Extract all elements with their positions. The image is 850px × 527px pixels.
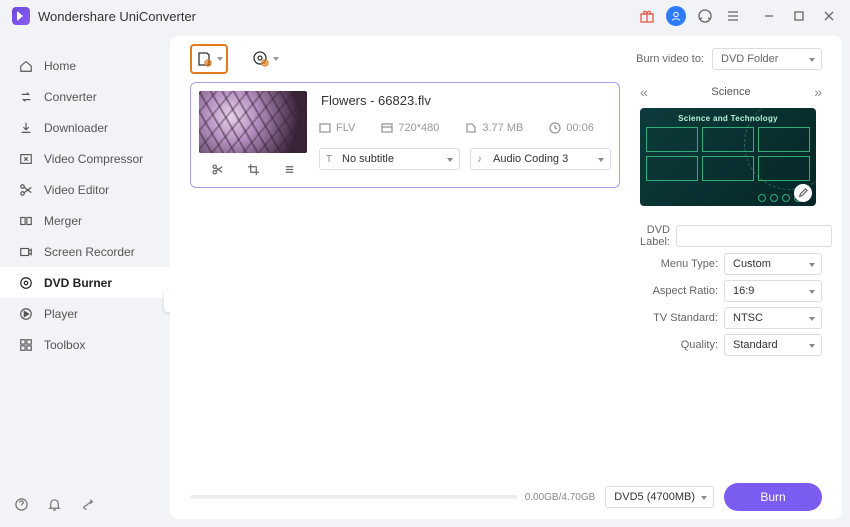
file-name: Flowers - 66823.flv: [319, 93, 611, 108]
burn-to-select[interactable]: DVD Folder: [712, 48, 822, 70]
user-avatar-icon[interactable]: [666, 6, 686, 26]
disc-type-select[interactable]: DVD5 (4700MB): [605, 486, 714, 508]
sidebar-item-merger[interactable]: Merger: [0, 205, 170, 236]
toolbar: Burn video to: DVD Folder: [170, 36, 842, 72]
sidebar-item-label: Player: [44, 307, 78, 321]
help-icon[interactable]: [14, 497, 29, 515]
add-disc-button[interactable]: [246, 44, 284, 74]
quality-label: Quality:: [640, 339, 718, 351]
sidebar-item-dvd-burner[interactable]: DVD Burner: [0, 267, 170, 298]
edit-template-button[interactable]: [794, 184, 812, 202]
close-icon[interactable]: [820, 7, 838, 25]
sidebar-item-screen-recorder[interactable]: Screen Recorder: [0, 236, 170, 267]
footer: 0.00GB/4.70GB DVD5 (4700MB) Burn: [170, 475, 842, 519]
sidebar-item-label: Toolbox: [44, 338, 85, 352]
size-progress-text: 0.00GB/4.70GB: [525, 492, 596, 503]
download-icon: [18, 120, 34, 136]
sidebar-item-compressor[interactable]: Video Compressor: [0, 143, 170, 174]
app-title: Wondershare UniConverter: [38, 9, 196, 24]
bell-icon[interactable]: [47, 497, 62, 515]
sidebar-item-home[interactable]: Home: [0, 50, 170, 81]
menu-type-select[interactable]: Custom: [724, 253, 822, 275]
sidebar: Home Converter Downloader Video Compress…: [0, 32, 170, 527]
merger-icon: [18, 213, 34, 229]
grid-icon: [18, 337, 34, 353]
prev-template-button[interactable]: «: [640, 84, 648, 100]
tv-standard-label: TV Standard:: [640, 312, 718, 324]
sidebar-item-label: Video Compressor: [44, 152, 143, 166]
support-icon[interactable]: [696, 7, 714, 25]
title-actions: [638, 6, 838, 26]
play-icon: [18, 306, 34, 322]
template-preview[interactable]: Science and Technology: [640, 108, 816, 206]
sidebar-item-label: Converter: [44, 90, 97, 104]
quality-select[interactable]: Standard: [724, 334, 822, 356]
minimize-icon[interactable]: [760, 7, 778, 25]
sidebar-item-editor[interactable]: Video Editor: [0, 174, 170, 205]
video-thumbnail: [199, 91, 307, 153]
sidebar-item-label: Merger: [44, 214, 82, 228]
gift-icon[interactable]: [638, 7, 656, 25]
disc-icon: [18, 275, 34, 291]
template-banner: Science and Technology: [646, 114, 810, 123]
burn-to-label: Burn video to:: [636, 53, 704, 65]
compress-icon: [18, 151, 34, 167]
sidebar-item-label: Video Editor: [44, 183, 109, 197]
file-meta: FLV 720*480 3.77 MB 00:06: [319, 122, 611, 134]
sidebar-item-downloader[interactable]: Downloader: [0, 112, 170, 143]
subtitle-select[interactable]: No subtitle: [319, 148, 460, 170]
share-icon[interactable]: [80, 497, 95, 515]
dvd-label-input[interactable]: [676, 225, 832, 247]
burn-button[interactable]: Burn: [724, 483, 822, 511]
record-icon: [18, 244, 34, 260]
sidebar-item-label: Screen Recorder: [44, 245, 135, 259]
scissors-icon: [18, 182, 34, 198]
sidebar-item-label: Downloader: [44, 121, 108, 135]
more-icon[interactable]: [283, 163, 296, 179]
aspect-ratio-label: Aspect Ratio:: [640, 285, 718, 297]
aspect-ratio-select[interactable]: 16:9: [724, 280, 822, 302]
file-card[interactable]: Flowers - 66823.flv FLV 720*480 3.77 MB …: [190, 82, 620, 188]
tv-standard-select[interactable]: NTSC: [724, 307, 822, 329]
trim-icon[interactable]: [211, 163, 224, 179]
home-icon: [18, 58, 34, 74]
sidebar-item-label: Home: [44, 59, 76, 73]
main-panel: Burn video to: DVD Folder: [170, 36, 842, 519]
sidebar-item-label: DVD Burner: [44, 276, 112, 290]
app-icon: [12, 7, 30, 25]
title-bar: Wondershare UniConverter: [0, 0, 850, 32]
menu-type-label: Menu Type:: [640, 258, 718, 270]
add-file-button[interactable]: [190, 44, 228, 74]
sidebar-item-toolbox[interactable]: Toolbox: [0, 329, 170, 360]
maximize-icon[interactable]: [790, 7, 808, 25]
bottom-icons: [14, 497, 95, 515]
crop-icon[interactable]: [247, 163, 260, 179]
dvd-settings: « Science » Science and Technology DVD L…: [640, 82, 822, 475]
audio-select[interactable]: Audio Coding 3: [470, 148, 611, 170]
menu-icon[interactable]: [724, 7, 742, 25]
converter-icon: [18, 89, 34, 105]
sidebar-item-player[interactable]: Player: [0, 298, 170, 329]
next-template-button[interactable]: »: [814, 84, 822, 100]
size-progress-bar: [190, 495, 517, 499]
dvd-label-label: DVD Label:: [640, 224, 670, 248]
file-list: Flowers - 66823.flv FLV 720*480 3.77 MB …: [190, 82, 620, 475]
sidebar-item-converter[interactable]: Converter: [0, 81, 170, 112]
template-name: Science: [711, 86, 750, 98]
